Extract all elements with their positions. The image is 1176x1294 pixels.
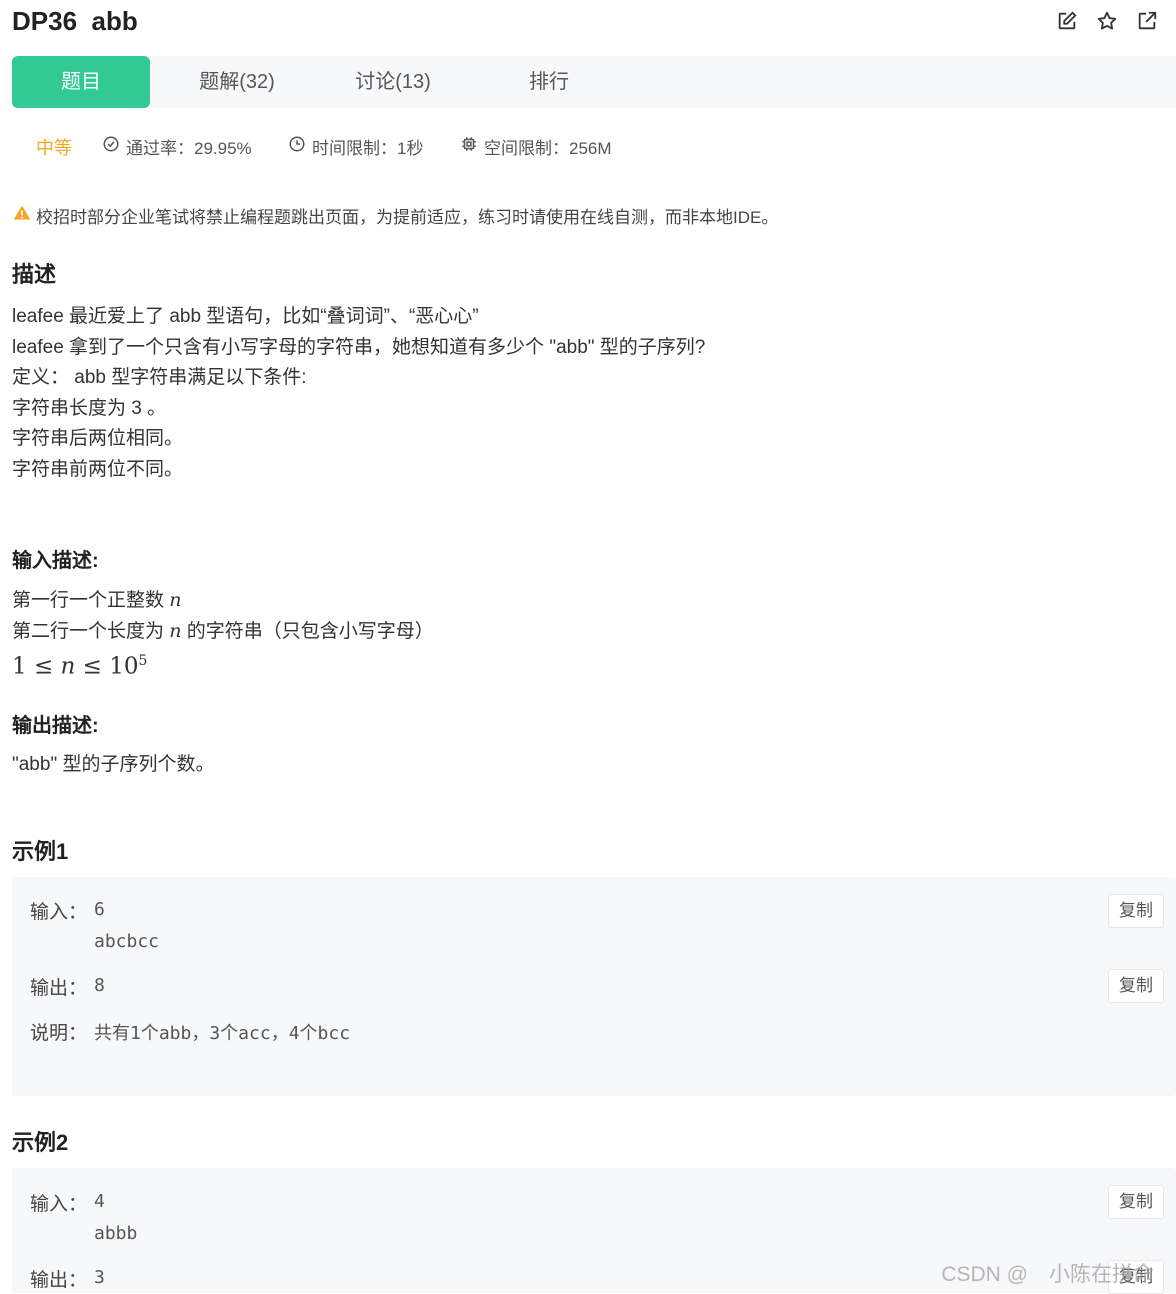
example-input-line: abbb [94, 1223, 138, 1244]
chip-icon [460, 135, 478, 158]
output-desc-text: "abb" 型的子序列个数。 [12, 754, 215, 775]
input-label: 输入： [30, 902, 88, 923]
constraint-left: 1 ≤ [12, 653, 61, 680]
edit-icon[interactable] [1056, 10, 1078, 32]
tab-ranking[interactable]: 排行 [479, 56, 619, 108]
input-desc-line: 第二行一个长度为 n 的字符串（只包含小写字母） [12, 616, 434, 647]
example-input-line: 6 [94, 899, 105, 920]
math-var: n [169, 619, 182, 642]
input-desc-heading: 输入描述: [12, 550, 99, 572]
math-var: n [60, 653, 76, 680]
time-limit-label: 时间限制：1秒 [312, 139, 424, 158]
example-1-box: 输入： 6 abcbcc 复制 输出： 8 复制 说明： 共有1个abb，3个a… [12, 877, 1176, 1096]
clock-icon [288, 135, 306, 158]
notice-text: 校招时部分企业笔试将禁止编程题跳出页面，为提前适应，练习时请使用在线自测，而非本… [36, 208, 779, 227]
example-input-line: 4 [94, 1191, 105, 1212]
output-desc-heading: 输出描述: [12, 715, 99, 737]
warning-icon [12, 203, 32, 228]
example-input-line: abcbcc [94, 931, 160, 952]
description-line: 定义： abb 型字符串满足以下条件: [12, 367, 307, 388]
pass-rate: 通过率：29.95% [102, 134, 252, 159]
description-heading: 描述 [12, 262, 57, 287]
star-icon[interactable] [1096, 10, 1118, 32]
difficulty-label: 中等 [36, 138, 72, 158]
check-circle-icon [102, 135, 120, 158]
example-2-heading: 示例2 [12, 1130, 69, 1155]
description-line: 字符串前两位不同。 [12, 458, 184, 480]
output-label: 输出： [30, 978, 88, 999]
title-bar: DP36 abb [12, 0, 1176, 50]
example-output: 3 [94, 1267, 105, 1288]
explain-label: 说明： [30, 1023, 88, 1044]
tab-discussion[interactable]: 讨论(13) [323, 56, 463, 108]
tab-bar: 题目 题解(32) 讨论(13) 排行 [12, 56, 1176, 108]
watermark: CSDN @ 小陈在拼命 [941, 1263, 1154, 1286]
constraint-line: 1 ≤ n ≤ 105 [12, 646, 434, 680]
pass-rate-label: 通过率：29.95% [126, 139, 252, 158]
tab-solutions[interactable]: 题解(32) [167, 56, 307, 108]
description-line: leafee 拿到了一个只含有小写字母的字符串，她想知道有多少个 "abb" 型… [12, 336, 706, 358]
exam-notice: 校招时部分企业笔试将禁止编程题跳出页面，为提前适应，练习时请使用在线自测，而非本… [12, 203, 778, 228]
input-desc-text: 第一行一个正整数 [12, 590, 170, 611]
input-desc-body: 第一行一个正整数 n 第二行一个长度为 n 的字符串（只包含小写字母） 1 ≤ … [12, 585, 434, 680]
constraint-exponent: 5 [138, 653, 148, 669]
external-link-icon[interactable] [1136, 10, 1158, 32]
example-1-heading: 示例1 [12, 839, 69, 864]
description-body: leafee 最近爱上了 abb 型语句，比如“叠词词”、“恶心心” leafe… [12, 302, 705, 485]
example-output: 8 [94, 975, 105, 996]
input-desc-line: 第一行一个正整数 n [12, 585, 434, 616]
description-line: 字符串后两位相同。 [12, 428, 184, 449]
difficulty-badge: 中等 [36, 134, 72, 160]
tab-problem[interactable]: 题目 [12, 56, 150, 108]
space-limit-label: 空间限制：256M [484, 139, 612, 158]
copy-input-button[interactable]: 复制 [1108, 894, 1164, 928]
description-line: leafee 最近爱上了 abb 型语句，比如“叠词词”、“恶心心” [12, 306, 479, 327]
output-label: 输出： [30, 1270, 88, 1291]
space-limit: 空间限制：256M [460, 134, 612, 159]
description-line: 字符串长度为 3 。 [12, 397, 167, 419]
copy-input-button[interactable]: 复制 [1108, 1185, 1164, 1219]
math-var: n [169, 589, 182, 611]
title-actions [1056, 10, 1158, 32]
input-desc-text: 的字符串（只包含小写字母） [181, 620, 434, 642]
input-desc-text: 第二行一个长度为 [12, 620, 170, 642]
page-title: DP36 abb [12, 6, 138, 36]
example-explain: 共有1个abb，3个acc，4个bcc [94, 1023, 351, 1044]
constraint-mid: ≤ 10 [75, 653, 139, 680]
copy-output-button[interactable]: 复制 [1108, 969, 1164, 1003]
input-label: 输入： [30, 1194, 88, 1215]
time-limit: 时间限制：1秒 [288, 134, 423, 159]
